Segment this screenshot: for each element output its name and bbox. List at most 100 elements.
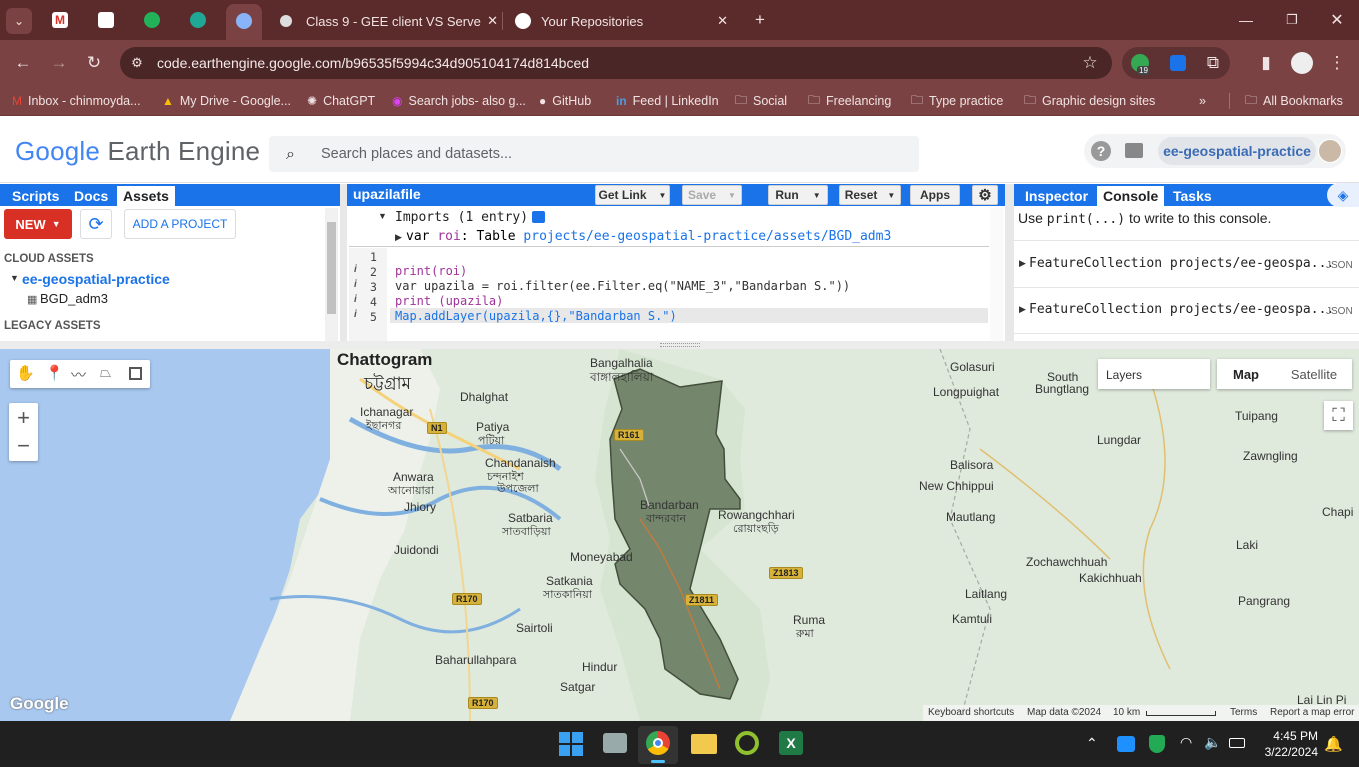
site-info-icon[interactable]: ⚙ (128, 54, 146, 72)
tab-console[interactable]: Console (1097, 186, 1165, 206)
help-icon[interactable]: ? (1091, 141, 1111, 161)
imports-table-icon[interactable] (532, 211, 545, 223)
terms-link[interactable]: Terms (1230, 707, 1257, 718)
json-tag[interactable]: JSON (1326, 260, 1353, 271)
tray-shield-icon[interactable] (1149, 735, 1165, 753)
task-view-icon[interactable] (603, 733, 627, 753)
qgis-icon[interactable] (735, 731, 759, 755)
feedback-icon[interactable] (1125, 143, 1143, 158)
layers-dropdown[interactable]: Layers (1098, 359, 1210, 389)
fullscreen-icon[interactable]: ⛶ (1324, 401, 1353, 430)
close-window-icon[interactable]: ✕ (1325, 8, 1349, 32)
bookmark-github[interactable]: ● GitHub (539, 91, 591, 111)
tab-scripts[interactable]: Scripts (6, 186, 65, 206)
scale-label[interactable]: 10 km (1113, 707, 1140, 718)
avatar[interactable] (1318, 139, 1342, 163)
imports-header[interactable]: Imports (1 entry) (395, 210, 528, 225)
reload-icon[interactable]: ↻ (81, 50, 107, 76)
report-map-error-link[interactable]: Report a map error (1270, 707, 1354, 718)
bookmark-linkedin[interactable]: in Feed | LinkedIn (616, 91, 719, 111)
search-input[interactable]: Search places and datasets... (269, 136, 919, 172)
bookmark-chatgpt[interactable]: ✺ ChatGPT (307, 91, 375, 111)
bookmark-folder-type-practice[interactable]: 🗀 Type practice (911, 91, 1003, 111)
speaker-icon[interactable]: 🔈 (1204, 734, 1221, 751)
bookmark-jobs[interactable]: ◉ Search jobs- also g... (392, 91, 526, 111)
save-button[interactable]: Save ▼ (682, 185, 742, 205)
wifi-icon[interactable]: ◠ (1180, 734, 1192, 751)
battery-icon[interactable] (1229, 738, 1245, 748)
side-panel-icon[interactable]: ▮ (1255, 52, 1277, 74)
left-scrollbar-thumb[interactable] (327, 222, 336, 314)
earth-engine-logo[interactable]: Google Earth Engine (15, 136, 260, 167)
pinned-tab-gmail[interactable]: M (43, 4, 77, 36)
apps-button[interactable]: Apps (910, 185, 960, 205)
project-selector[interactable]: ee-geospatial-practice (1158, 137, 1316, 165)
import-line[interactable]: var roi: Table projects/ee-geospatial-pr… (406, 229, 891, 244)
clock-date[interactable]: 3/22/2024 (1256, 745, 1318, 759)
map-canvas[interactable]: Chattogram চট্টগ্রাম Bangalhalia বাঙ্গাল… (0, 349, 1359, 721)
run-button[interactable]: Run ▼ (768, 185, 828, 205)
zoom-in-button[interactable]: + (9, 404, 38, 432)
zoom-out-button[interactable]: − (9, 433, 38, 461)
tray-chevron-icon[interactable]: ⌃ (1086, 735, 1098, 752)
splitter-right[interactable] (1005, 184, 1014, 341)
gear-icon[interactable]: ⚙ (972, 185, 998, 205)
windows-start-icon[interactable] (559, 732, 583, 756)
kebab-menu-icon[interactable]: ⋮ (1326, 52, 1348, 74)
extension-icon[interactable] (1170, 55, 1186, 71)
rectangle-draw-icon[interactable] (129, 367, 142, 380)
map-type-satellite[interactable]: Satellite (1276, 359, 1352, 389)
caret-down-icon[interactable]: ▼ (10, 273, 19, 283)
notification-bell-icon[interactable]: 🔔 (1324, 735, 1343, 753)
json-tag[interactable]: JSON (1326, 306, 1353, 317)
line-draw-icon[interactable]: 〰 (71, 364, 86, 385)
puzzle-icon[interactable]: ⧉ (1202, 52, 1224, 74)
caret-right-icon[interactable]: ▶ (1019, 304, 1026, 315)
tab-search-chevron-icon[interactable]: ⌄ (6, 8, 32, 34)
new-button[interactable]: NEW ▼ (4, 209, 72, 239)
info-icon[interactable]: i (354, 279, 357, 290)
code-line-5[interactable]: Map.addLayer(upazila,{},"Bandarban S.") (395, 309, 677, 323)
bookmark-drive[interactable]: ▲ My Drive - Google... (162, 91, 291, 111)
pinned-tab-4[interactable] (181, 4, 215, 36)
splitter-left[interactable] (340, 184, 347, 341)
bookmark-folder-freelancing[interactable]: 🗀 Freelancing (808, 91, 891, 111)
minimize-icon[interactable]: — (1234, 8, 1258, 32)
bookmark-star-icon[interactable]: ☆ (1078, 51, 1102, 75)
caret-right-icon[interactable]: ▶ (395, 232, 402, 243)
refresh-icon[interactable]: ⟳ (80, 209, 112, 239)
back-arrow-icon[interactable]: ← (10, 50, 36, 76)
tray-app-icon[interactable] (1117, 736, 1135, 752)
code-line-4[interactable]: print (upazila) (395, 294, 503, 308)
asset-table-item[interactable]: BGD_adm3 (40, 291, 108, 306)
clock-time[interactable]: 4:45 PM (1266, 729, 1318, 743)
restore-icon[interactable]: ❐ (1280, 8, 1304, 32)
console-entry[interactable]: FeatureCollection projects/ee-geospa... (1029, 256, 1334, 271)
hand-pan-icon[interactable]: ✋ (16, 364, 35, 382)
new-tab-plus-icon[interactable]: + (748, 8, 772, 32)
tab-tasks[interactable]: Tasks (1167, 186, 1218, 206)
tab-inspector[interactable]: Inspector (1019, 186, 1094, 206)
close-icon[interactable]: ✕ (487, 13, 498, 29)
code-line-2[interactable]: print(roi) (395, 264, 467, 278)
polygon-draw-icon[interactable]: ⏢ (100, 364, 111, 381)
tab-class9[interactable]: Class 9 - GEE client VS Server - ✕ (270, 6, 498, 36)
pinned-tab-earth-engine[interactable] (226, 4, 262, 40)
asset-project[interactable]: ee-geospatial-practice (22, 271, 170, 287)
editor-scrollbar[interactable] (990, 208, 1003, 341)
layers-stack-icon[interactable]: ◈ (1327, 183, 1359, 207)
map-type-map[interactable]: Map (1220, 359, 1272, 389)
info-icon[interactable]: i (354, 294, 357, 305)
add-project-button[interactable]: ADD A PROJECT (124, 209, 236, 239)
keyboard-shortcuts-link[interactable]: Keyboard shortcuts (928, 707, 1014, 718)
caret-right-icon[interactable]: ▶ (1019, 258, 1026, 269)
bookmark-folder-social[interactable]: 🗀 Social (735, 91, 787, 111)
reset-button[interactable]: Reset ▼ (839, 185, 901, 205)
bookmark-inbox[interactable]: M Inbox - chinmoyda... (12, 91, 141, 111)
info-icon[interactable]: i (354, 264, 357, 275)
tab-assets[interactable]: Assets (117, 186, 175, 206)
address-bar[interactable]: code.earthengine.google.com/b96535f5994c… (120, 47, 1112, 79)
info-icon[interactable]: i (354, 309, 357, 320)
marker-icon[interactable]: 📍 (45, 364, 64, 382)
excel-icon[interactable]: X (779, 731, 803, 755)
